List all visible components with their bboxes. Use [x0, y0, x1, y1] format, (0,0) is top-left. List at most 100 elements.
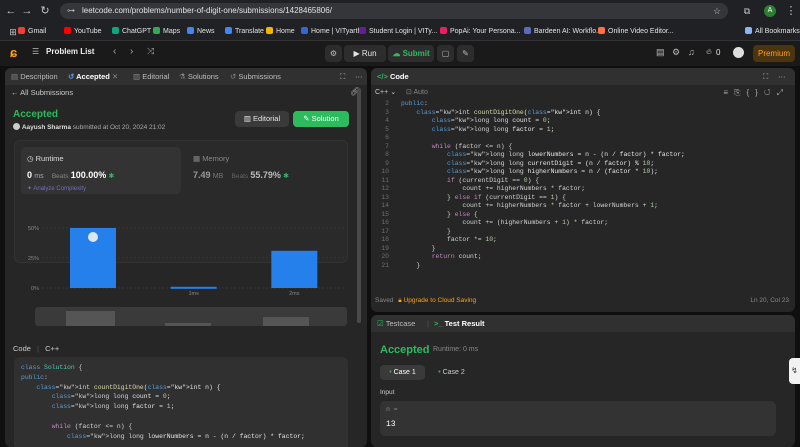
bookmark-favicon-icon: [598, 27, 605, 34]
tab-editorial[interactable]: ▥ Editorial: [133, 68, 169, 85]
all-submissions-link[interactable]: ← All Submissions: [11, 88, 73, 97]
analyze-complexity-link[interactable]: ✦ Analyze Complexity: [27, 185, 86, 192]
code-line: 12 count += higherNumbers * factor;: [371, 185, 795, 194]
bookmark-item[interactable]: Online Video Editor...: [598, 26, 674, 37]
code-editor[interactable]: 2 public: 3 class="kw">int countDigitOne(c…: [371, 100, 795, 292]
layout-icon[interactable]: ▤: [656, 47, 665, 58]
bookmark-favicon-icon: [359, 27, 366, 34]
bookmark-star-icon[interactable]: ☆: [710, 4, 724, 18]
bookmark-label: News: [197, 28, 215, 35]
settings-icon[interactable]: ⚙: [672, 47, 680, 58]
chart-bar[interactable]: [271, 250, 318, 288]
case-2-label: Case 2: [442, 369, 465, 376]
streak-fire-icon[interactable]: 🔥︎: [706, 47, 712, 57]
reset-icon[interactable]: ↺: [764, 88, 777, 97]
forward-icon[interactable]: →: [20, 4, 34, 18]
bookmark-item[interactable]: Maps: [153, 26, 180, 37]
result-tabbar: ☑ Testcase | >_ Test Result: [371, 315, 795, 332]
memory-value: 7.49: [193, 170, 211, 180]
feedback-icon: ↯: [791, 366, 798, 375]
bookmark-item[interactable]: YouTube: [64, 26, 102, 37]
editor-menu-icon[interactable]: ⋯: [778, 68, 786, 85]
user-avatar[interactable]: [733, 47, 744, 58]
runtime-card[interactable]: ◷ Runtime 0 ms Beats 100.00% ✱ ✦ Analyze…: [21, 147, 181, 194]
tab-solutions[interactable]: ⚗ Solutions: [179, 68, 219, 85]
tab-test-result[interactable]: >_ Test Result: [434, 315, 485, 332]
code-line: class="kw">long long count = 0;: [51, 393, 171, 401]
bookmark-item[interactable]: News: [187, 26, 215, 37]
line-number: 2: [385, 100, 389, 107]
runtime-row: 0 ms Beats 100.00% ✱: [27, 170, 114, 180]
tab-accepted[interactable]: ↺ Accepted ✕: [68, 68, 118, 85]
runtime-label: Runtime: [35, 154, 64, 163]
panel-menu-icon[interactable]: ⋯: [355, 68, 363, 85]
runtime-beats-label: Beats: [51, 173, 69, 180]
prev-problem-icon[interactable]: ‹: [113, 46, 116, 57]
site-info-icon[interactable]: ⊶: [67, 3, 75, 19]
tab-testcase[interactable]: ☑ Testcase: [377, 315, 415, 332]
debug-icon[interactable]: ⚙: [325, 45, 342, 62]
back-icon[interactable]: ←: [4, 4, 18, 18]
shuffle-icon[interactable]: ⤨: [147, 46, 154, 57]
notes-icon[interactable]: ▢: [437, 45, 454, 62]
bookmark-label: YouTube: [74, 28, 102, 35]
editor-maximize-icon[interactable]: ⛶: [763, 68, 768, 85]
submit-button[interactable]: ☁ Submit: [388, 45, 434, 62]
bookmark-item[interactable]: Translate: [225, 26, 264, 37]
fullscreen-icon[interactable]: ⤢: [777, 88, 789, 97]
whiteboard-icon[interactable]: ✎: [457, 45, 474, 62]
case-1-tab[interactable]: • Case 1: [380, 365, 425, 380]
tab-description[interactable]: ▤ Description: [11, 68, 58, 85]
maximize-icon[interactable]: ⛶: [340, 68, 345, 85]
side-widget-tab[interactable]: ↯: [789, 358, 800, 384]
bookmark-favicon-icon: [524, 27, 531, 34]
upgrade-link[interactable]: 🔒︎ Upgrade to Cloud Saving: [398, 297, 476, 304]
bookmark-item[interactable]: Gmail: [18, 26, 46, 37]
problem-list-link[interactable]: Problem List: [46, 47, 94, 56]
input-value: 13: [386, 420, 396, 429]
bookmark-item[interactable]: Home | VITyarthi: [301, 26, 363, 37]
bookmark-item[interactable]: Bardeen AI: Workflo...: [524, 26, 602, 37]
memory-chip-icon: ▦: [193, 154, 201, 163]
line-number: 11: [381, 176, 389, 184]
all-bookmarks[interactable]: All Bookmarks: [745, 26, 800, 37]
bookmark-item[interactable]: ChatGPT: [112, 26, 151, 37]
extensions-icon[interactable]: ⧉: [740, 4, 754, 18]
braces-icon[interactable]: {}: [747, 88, 764, 97]
tab-code[interactable]: </> Code: [377, 68, 409, 85]
close-tab-icon[interactable]: ✕: [112, 72, 118, 81]
chart-bar[interactable]: [170, 286, 217, 289]
case-2-tab[interactable]: • Case 2: [429, 365, 474, 380]
author-avatar[interactable]: [13, 123, 20, 130]
address-bar[interactable]: ⊶ leetcode.com/problems/number-of-digit-…: [60, 3, 728, 19]
solution-button[interactable]: ✎ Solution: [293, 111, 349, 127]
line-number: 8: [385, 151, 389, 158]
tab-submissions-label: Submissions: [238, 72, 281, 81]
bookmark-item[interactable]: Home: [266, 26, 295, 37]
left-scrollbar[interactable]: [357, 88, 361, 323]
run-button[interactable]: ▶ Run: [344, 45, 386, 62]
notifications-icon[interactable]: ♫: [688, 47, 695, 57]
auto-mode[interactable]: ⊡ Auto: [406, 89, 428, 96]
bookmark-icon[interactable]: ⎘: [734, 88, 746, 97]
bookmark-favicon-icon: [153, 27, 160, 34]
tab-solutions-label: Solutions: [187, 72, 219, 81]
bookmark-item[interactable]: Student Login | VITy...: [359, 26, 437, 37]
tab-submissions[interactable]: ↺ Submissions: [230, 68, 281, 85]
profile-avatar[interactable]: A: [764, 5, 776, 17]
leetcode-logo-icon[interactable]: ɕ: [10, 46, 22, 60]
case-1-label: Case 1: [393, 369, 416, 376]
reload-icon[interactable]: ↻: [38, 4, 52, 18]
list-icon: ☰: [32, 47, 40, 56]
author-name[interactable]: Aayush Sharma: [22, 124, 71, 131]
next-problem-icon[interactable]: ›: [130, 46, 133, 57]
overview-bar: [165, 323, 211, 326]
premium-button[interactable]: Premium: [753, 45, 795, 62]
code-line: 7 while (factor <= n) {: [371, 143, 795, 152]
language-select[interactable]: C++ ⌄: [375, 89, 396, 96]
bookmark-item[interactable]: PopAi: Your Persona...: [440, 26, 520, 37]
memory-card[interactable]: ▦ Memory 7.49 MB Beats 55.79% ✱: [187, 147, 343, 194]
editorial-button[interactable]: ▥ Editorial: [235, 111, 289, 127]
format-icon[interactable]: ≡: [723, 88, 734, 97]
menu-kebab-icon[interactable]: ⋮: [784, 4, 798, 18]
